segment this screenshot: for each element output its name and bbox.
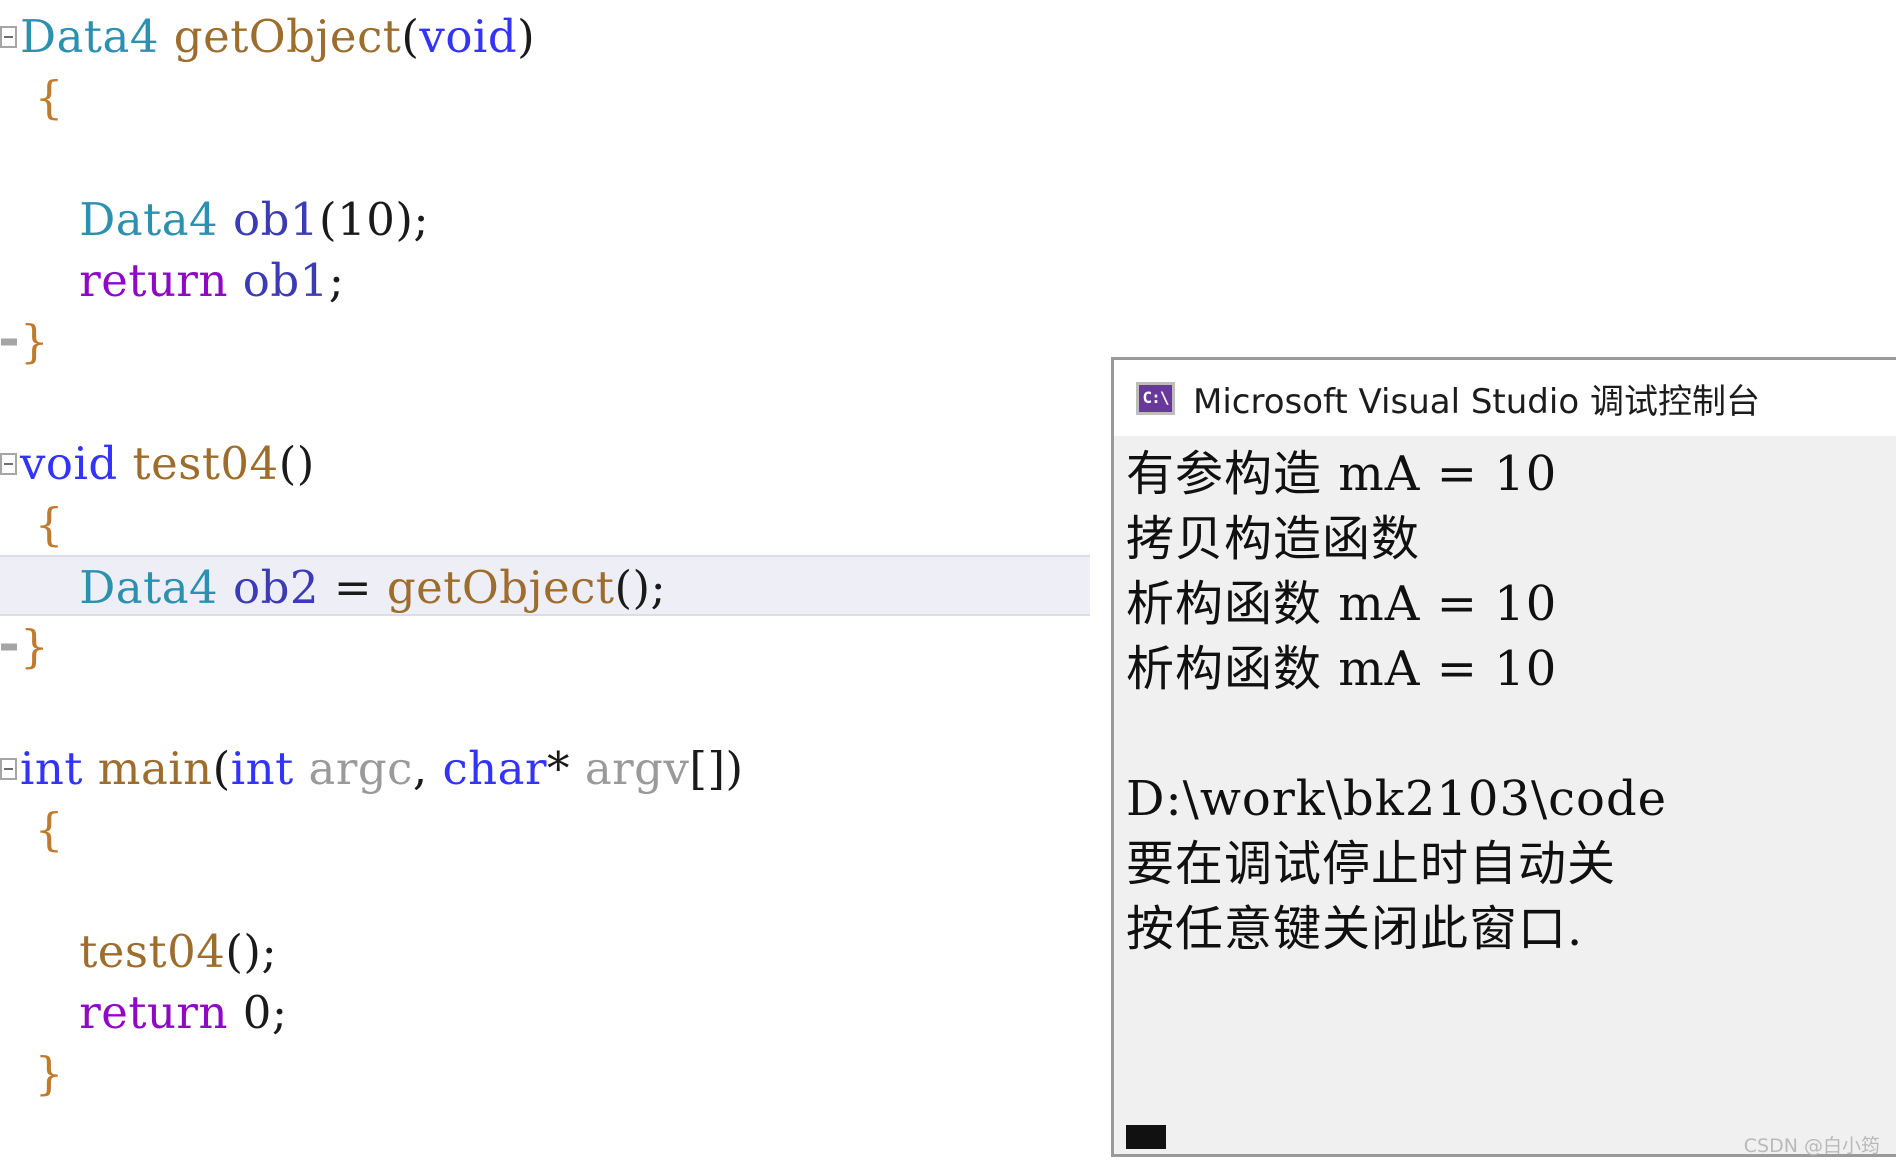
code-token: ob1 [232, 193, 320, 246]
code-line[interactable]: { [0, 799, 1120, 860]
console-app-icon: C:\ [1136, 381, 1175, 415]
console-output-line: 要在调试停止时自动关 [1126, 836, 1617, 892]
console-output-line: 析构函数 mA = 10 [1126, 576, 1558, 632]
code-line[interactable] [0, 372, 1120, 433]
code-token: () [278, 437, 315, 490]
console-output-area[interactable]: 有参构造 mA = 10 拷贝构造函数析构函数 mA = 10 析构函数 mA = … [1114, 436, 1896, 1154]
console-window-title: Microsoft Visual Studio 调试控制台 [1193, 381, 1760, 422]
code-line[interactable]: Data4 ob2 = getObject(); [0, 555, 1090, 616]
code-token: argc [308, 742, 413, 795]
code-token: (); [614, 561, 667, 614]
code-token: ( [319, 193, 338, 246]
code-line[interactable]: return ob1; [0, 250, 1120, 311]
code-token: ); [395, 193, 430, 246]
code-token: ) [517, 10, 536, 63]
code-token: Data4 [20, 10, 159, 63]
console-output-line: 按任意键关闭此窗口. [1126, 901, 1584, 957]
code-token: } [20, 1047, 64, 1100]
region-end-icon [1, 643, 17, 650]
code-line[interactable]: int main(int argc, char* argv[]) [0, 738, 1120, 799]
code-token: int [20, 742, 83, 795]
code-token: ob1 [242, 254, 329, 307]
code-line[interactable]: void test04() [0, 433, 1120, 494]
code-token: ; [328, 254, 345, 307]
code-line[interactable]: return 0; [0, 982, 1120, 1043]
code-token: char [442, 742, 547, 795]
console-output-line: 析构函数 mA = 10 [1126, 641, 1558, 697]
code-line[interactable]: { [0, 494, 1120, 555]
console-window[interactable]: C:\ Microsoft Visual Studio 调试控制台 有参构造 m… [1111, 357, 1896, 1157]
code-line[interactable] [0, 677, 1120, 738]
code-token: ob2 [232, 561, 320, 614]
code-line[interactable]: } [0, 616, 1120, 677]
code-token: []) [689, 742, 744, 795]
code-token: ; [271, 986, 288, 1039]
code-token: return [79, 986, 228, 1039]
code-token: Data4 [79, 193, 219, 246]
code-token: = [319, 561, 387, 614]
code-token: , [412, 742, 443, 795]
code-token: * [547, 742, 585, 795]
code-token: argv [584, 742, 690, 795]
collapse-region-icon[interactable] [0, 757, 17, 780]
code-token: 10 [337, 193, 396, 246]
code-token: void [419, 10, 518, 63]
collapse-region-icon[interactable] [0, 25, 17, 48]
code-token: ( [212, 742, 231, 795]
console-output-line: 有参构造 mA = 10 [1126, 446, 1558, 502]
code-token: (); [225, 925, 278, 978]
code-line[interactable] [0, 860, 1120, 921]
code-token: test04 [132, 437, 279, 490]
code-token: { [20, 498, 64, 551]
code-text-area[interactable]: Data4 getObject(void) { Data4 ob1(10); r… [0, 0, 1120, 1104]
code-line[interactable]: } [0, 1043, 1120, 1104]
code-line[interactable]: { [0, 67, 1120, 128]
code-token: test04 [79, 925, 226, 978]
code-token: getObject [173, 10, 402, 63]
code-line[interactable] [0, 128, 1120, 189]
code-token: ( [401, 10, 420, 63]
console-output-line: 拷贝构造函数 [1126, 511, 1421, 567]
console-output-line: D:\work\bk2103\code [1126, 771, 1668, 827]
code-token: { [20, 803, 64, 856]
console-cursor [1126, 1125, 1166, 1149]
code-token: } [20, 315, 50, 368]
csdn-watermark: CSDN @白小筠 [1743, 1135, 1880, 1157]
code-line[interactable]: } [0, 311, 1120, 372]
console-titlebar[interactable]: C:\ Microsoft Visual Studio 调试控制台 [1114, 360, 1896, 436]
code-token: return [79, 254, 228, 307]
code-token: int [230, 742, 294, 795]
collapse-region-icon[interactable] [0, 452, 17, 475]
code-line[interactable]: Data4 ob1(10); [0, 189, 1120, 250]
code-token: } [20, 620, 50, 673]
code-token: main [97, 742, 213, 795]
code-line[interactable]: Data4 getObject(void) [0, 6, 1120, 67]
code-token: getObject [386, 561, 615, 614]
code-line[interactable]: test04(); [0, 921, 1120, 982]
code-token: 0 [242, 986, 272, 1039]
region-end-icon [1, 338, 17, 345]
code-token: void [20, 437, 118, 490]
code-token: { [20, 71, 64, 124]
code-token: Data4 [79, 561, 219, 614]
